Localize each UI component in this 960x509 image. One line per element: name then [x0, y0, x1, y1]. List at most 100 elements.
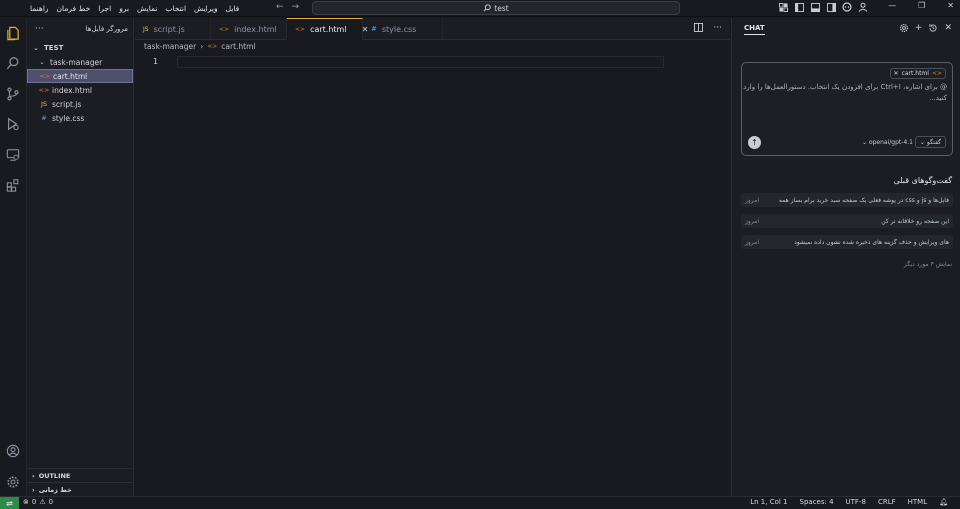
css-file-icon: #: [41, 114, 47, 122]
menu-view[interactable]: نمایش: [137, 4, 157, 13]
menu-file[interactable]: فایل: [226, 4, 240, 13]
chat-history-date: امروز: [745, 196, 759, 204]
cursor-position[interactable]: Ln 1, Col 1: [750, 498, 787, 506]
accounts-icon[interactable]: [858, 2, 868, 12]
menu-edit[interactable]: ویرایش: [194, 4, 218, 13]
remote-indicator-icon[interactable]: ⇌: [0, 497, 19, 509]
search-view-icon[interactable]: [4, 54, 22, 72]
language-mode[interactable]: HTML: [908, 498, 927, 506]
title-bar: فایل ویرایش انتخاب نمایش برو اجرا خط فرم…: [0, 0, 960, 17]
tab-style-css[interactable]: # style.css: [363, 18, 443, 40]
mode-selector[interactable]: ⌄ گفتگو: [914, 136, 946, 148]
current-line-highlight: [177, 56, 664, 68]
chevron-right-icon: ›: [32, 471, 35, 480]
folder-task-manager[interactable]: ⌄ task-manager: [27, 55, 133, 69]
history-icon[interactable]: [928, 23, 938, 36]
copilot-icon[interactable]: [842, 2, 852, 12]
file-item-cart-html[interactable]: <> cart.html: [27, 69, 133, 83]
chat-input-box[interactable]: ✕ cart.html <> @ برای اشاره، Ctrl+I برای…: [741, 62, 953, 156]
close-window-icon[interactable]: ✕: [947, 1, 954, 10]
explorer-title: مرورگر فایل‌ها: [85, 25, 128, 33]
tab-index-html[interactable]: <> index.html: [211, 18, 287, 40]
file-label: style.css: [52, 113, 85, 123]
workspace-root-label: TEST: [44, 44, 64, 52]
chat-history-item[interactable]: امروز فایل‌ها و js و css در پوشه فعلی یک…: [741, 193, 953, 207]
nav-arrows: ← →: [276, 2, 299, 12]
toggle-panel-icon[interactable]: [810, 2, 820, 12]
outline-section[interactable]: › OUTLINE: [27, 468, 134, 482]
timeline-label: خط زمانی: [38, 485, 72, 494]
close-panel-icon[interactable]: ✕: [944, 23, 952, 36]
run-debug-icon[interactable]: [4, 115, 22, 133]
toggle-sidebar-icon[interactable]: [794, 2, 804, 12]
back-arrow-icon[interactable]: ←: [276, 2, 284, 12]
tab-cart-html[interactable]: <> cart.html ✕: [287, 18, 368, 40]
indentation[interactable]: Spaces: 4: [800, 498, 834, 506]
command-center-search[interactable]: test: [312, 1, 680, 15]
status-bar: ⇌ ⊗ 0 ⚠ 0 Ln 1, Col 1 Spaces: 4 UTF-8 CR…: [0, 496, 960, 509]
menu-go[interactable]: برو: [119, 4, 129, 13]
chat-history-text: این صفحه رو خلاقانه تر کن: [881, 217, 949, 225]
more-actions-icon[interactable]: ···: [35, 24, 44, 34]
explorer-icon[interactable]: [4, 24, 22, 42]
file-label: index.html: [52, 85, 92, 95]
encoding[interactable]: UTF-8: [846, 498, 866, 506]
file-item-index-html[interactable]: <> index.html: [27, 83, 133, 97]
js-file-icon: JS: [143, 25, 149, 33]
remove-context-icon[interactable]: ✕: [894, 70, 899, 77]
more-actions-icon[interactable]: ···: [713, 23, 722, 35]
account-icon[interactable]: [4, 442, 22, 460]
restore-icon[interactable]: ❐: [918, 1, 925, 10]
tab-script-js[interactable]: JS script.js: [135, 18, 211, 40]
html-file-icon: <>: [38, 86, 50, 94]
chevron-right-icon: ›: [32, 485, 35, 494]
chevron-down-icon: ⌄: [39, 58, 45, 66]
html-file-icon: <>: [207, 43, 218, 50]
breadcrumb-folder[interactable]: task-manager: [144, 42, 196, 51]
chat-title[interactable]: CHAT: [744, 24, 765, 35]
error-count: 0: [31, 498, 37, 506]
file-item-script-js[interactable]: JS script.js: [27, 97, 133, 111]
window-controls: — ❐ ✕: [888, 1, 954, 10]
timeline-section[interactable]: › خط زمانی: [27, 482, 134, 496]
menu-help[interactable]: راهنما: [30, 4, 49, 13]
menu-run[interactable]: اجرا: [98, 4, 111, 13]
editor-tabs: JS script.js <> index.html <> cart.html …: [135, 18, 730, 40]
toggle-secondary-sidebar-icon[interactable]: [826, 2, 836, 12]
breadcrumb-file[interactable]: cart.html: [221, 42, 255, 51]
status-right: Ln 1, Col 1 Spaces: 4 UTF-8 CRLF HTML 🔔︎: [750, 498, 948, 506]
html-file-icon: <>: [39, 72, 51, 80]
outline-label: OUTLINE: [38, 471, 71, 480]
extensions-icon[interactable]: [4, 176, 22, 194]
file-label: cart.html: [53, 71, 88, 81]
chat-history-text: های ویرایش و حذف گزینه های ذخیره شده نشو…: [794, 238, 949, 246]
problems-indicator[interactable]: ⊗ 0 ⚠ 0: [23, 498, 53, 506]
workspace-root[interactable]: ⌄ TEST: [27, 41, 133, 55]
code-editor[interactable]: 1: [135, 52, 730, 496]
chat-history-item[interactable]: امروز های ویرایش و حذف گزینه های ذخیره ش…: [741, 235, 953, 249]
settings-gear-icon[interactable]: [899, 23, 909, 36]
show-more-link[interactable]: نمایش ۴ مورد دیگر: [904, 261, 952, 268]
send-button[interactable]: ↑: [748, 136, 761, 149]
chevron-down-icon: ⌄: [33, 44, 39, 52]
warning-icon: ⚠: [39, 498, 46, 506]
file-item-style-css[interactable]: # style.css: [27, 111, 133, 125]
end-of-line[interactable]: CRLF: [878, 498, 896, 506]
context-file-chip[interactable]: ✕ cart.html <>: [889, 68, 946, 79]
forward-arrow-icon[interactable]: →: [292, 2, 300, 12]
manage-gear-icon[interactable]: [4, 473, 22, 491]
remote-explorer-icon[interactable]: [4, 146, 22, 164]
tab-label: index.html: [234, 24, 277, 34]
source-control-icon[interactable]: [4, 85, 22, 103]
layout-grid-icon[interactable]: [778, 2, 788, 12]
new-chat-plus-icon[interactable]: +: [915, 23, 923, 36]
js-file-icon: JS: [40, 100, 48, 108]
model-selector[interactable]: ⌄ openai/gpt-4.1: [862, 139, 913, 146]
split-editor-icon[interactable]: [694, 23, 704, 35]
menu-selection[interactable]: انتخاب: [165, 4, 186, 13]
menu-terminal[interactable]: خط فرمان: [57, 4, 91, 13]
chat-history-date: امروز: [745, 238, 759, 246]
notifications-bell-icon[interactable]: 🔔︎: [939, 498, 948, 506]
chat-history-item[interactable]: امروز این صفحه رو خلاقانه تر کن: [741, 214, 953, 228]
minimize-icon[interactable]: —: [888, 1, 896, 10]
